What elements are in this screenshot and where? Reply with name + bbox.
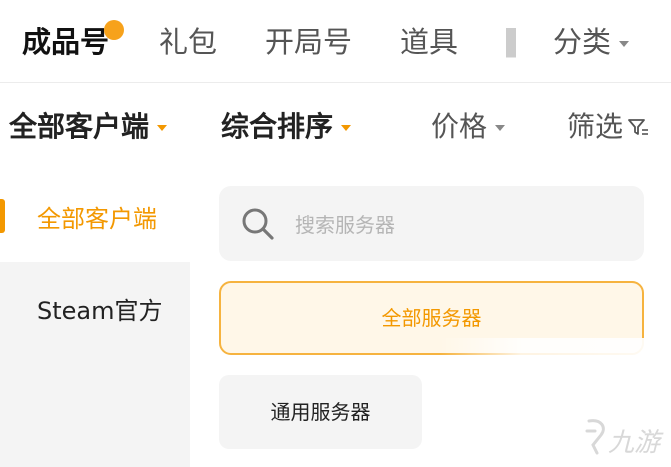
chevron-down-icon [495,125,506,131]
new-dot-icon [104,20,124,40]
tab-gift-pack[interactable]: 礼包 [159,20,217,64]
active-indicator [0,199,5,233]
tab-overflow-fade: ▌ [506,28,520,58]
price-filter-button[interactable]: 价格 [431,105,506,149]
tab-starter-account[interactable]: 开局号 [265,20,352,64]
tab-items[interactable]: 道具 [400,20,458,64]
price-filter-label: 价格 [431,110,488,143]
watermark-text: 九游 [608,428,661,458]
server-search-box[interactable] [219,186,644,261]
chevron-down-icon [619,41,630,47]
sidebar-item-all-clients[interactable]: 全部客户端 [0,171,190,262]
screen-filter-button[interactable]: 筛选 [567,105,649,149]
client-sidebar: 全部客户端 Steam官方 [0,171,190,467]
search-icon [242,208,274,240]
server-option-common[interactable]: 通用服务器 [219,375,422,449]
chevron-down-icon [157,125,168,131]
sidebar-item-label: 全部客户端 [37,205,157,233]
funnel-icon [628,119,649,135]
sort-filter-button[interactable]: 综合排序 [221,105,352,149]
tab-finished-account[interactable]: 成品号 [22,20,109,64]
tab-category[interactable]: 分类 [553,20,630,64]
client-filter-button[interactable]: 全部客户端 [9,105,168,149]
filter-bar: 全部客户端 综合排序 价格 筛选 [0,83,671,171]
watermark-logo-icon [585,419,605,455]
client-filter-label: 全部客户端 [9,110,150,143]
chevron-down-icon [341,125,352,131]
server-option-label: 全部服务器 [381,306,482,330]
top-tab-bar: 成品号 礼包 开局号 道具 ▌ 分类 [0,0,671,83]
search-input[interactable] [293,206,617,244]
server-option-label: 通用服务器 [270,400,371,424]
sidebar-item-label: Steam官方 [37,297,163,325]
screen-filter-label: 筛选 [567,110,624,143]
tab-category-label: 分类 [553,25,612,59]
sort-filter-label: 综合排序 [221,110,334,143]
